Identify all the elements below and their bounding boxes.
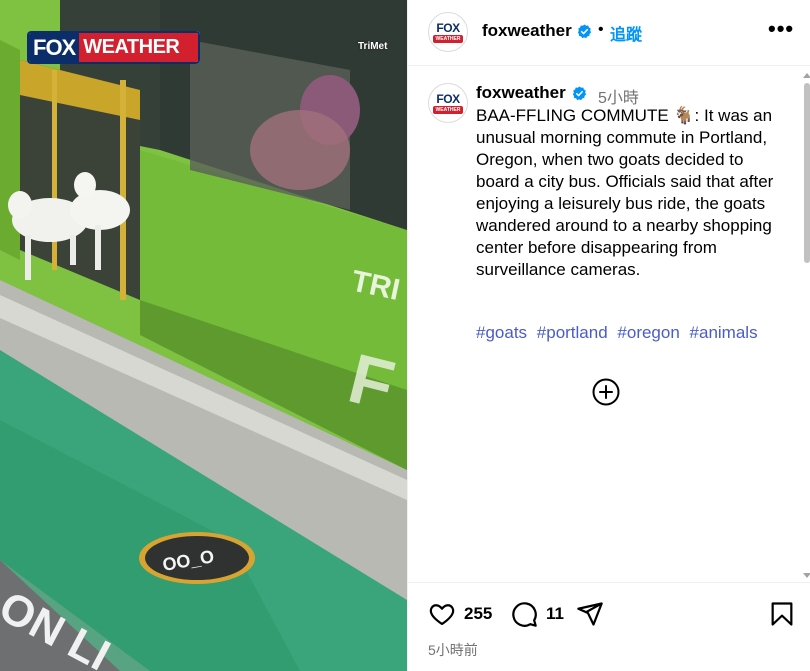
avatar-fox-text: FOX (436, 20, 460, 35)
comment-button[interactable]: 11 (510, 600, 564, 628)
save-button[interactable] (768, 600, 796, 628)
avatar-weather-text: WEATHER (432, 34, 464, 43)
avatar-weather-text: WEATHER (432, 105, 464, 114)
author-avatar[interactable]: FOX WEATHER (428, 12, 468, 52)
like-count[interactable]: 255 (464, 604, 492, 624)
comment-bubble-icon (512, 602, 537, 627)
fox-weather-logo: FOX WEATHER (27, 31, 200, 64)
header-separator: • (598, 21, 604, 38)
caption-section: FOX WEATHER foxweather 5小時 BAA-FFLING CO… (408, 67, 810, 582)
comment-count[interactable]: 11 (546, 604, 564, 624)
hashtag-link[interactable]: #animals (690, 323, 758, 342)
scroll-down-arrow[interactable] (803, 573, 810, 578)
trimet-watermark: TriMet (358, 41, 388, 52)
author-username[interactable]: foxweather (482, 21, 572, 41)
heart-icon (429, 604, 455, 626)
caption-text: BAA-FFLING COMMUTE 🐐: It was an unusual … (476, 106, 774, 279)
share-button[interactable] (576, 600, 604, 628)
bookmark-icon (771, 602, 793, 626)
plus-circle-icon[interactable] (591, 377, 621, 407)
post-timestamp[interactable]: 5小時前 (428, 640, 478, 660)
caption-username[interactable]: foxweather (476, 83, 566, 103)
verified-badge-icon (572, 86, 587, 101)
hashtag-link[interactable]: #portland (537, 323, 608, 342)
hashtag-link[interactable]: #oregon (617, 323, 679, 342)
logo-fox-text: FOX (29, 33, 80, 62)
hashtag-link[interactable]: #goats (476, 323, 527, 342)
avatar-fox-text: FOX (436, 91, 460, 106)
hashtag-list: #goats #portland #oregon #animals (476, 322, 786, 344)
paper-plane-icon (577, 602, 603, 626)
follow-button[interactable]: 追蹤 (610, 21, 642, 45)
post-media[interactable]: TRI F OO_O ON LI FOX WEATHER TriMet (0, 0, 407, 671)
post-sidebar: FOX WEATHER foxweather • 追蹤 ••• FOX WEAT… (407, 0, 810, 671)
post-header: FOX WEATHER foxweather • 追蹤 ••• (408, 0, 810, 66)
like-button[interactable]: 255 (428, 600, 492, 628)
post-actions: 255 11 5小時前 (408, 582, 810, 671)
scrollbar-thumb[interactable] (804, 83, 810, 263)
scroll-up-arrow[interactable] (803, 73, 810, 78)
verified-badge-icon (577, 24, 592, 39)
more-options-button[interactable]: ••• (768, 18, 794, 40)
bus-scene-image: TRI F OO_O ON LI (0, 0, 407, 671)
logo-weather-text: WEATHER (79, 33, 198, 62)
caption-author-avatar[interactable]: FOX WEATHER (428, 83, 468, 123)
